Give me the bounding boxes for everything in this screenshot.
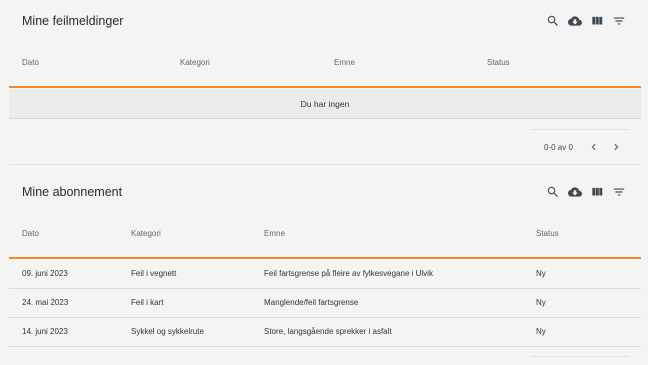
filter-icon[interactable] bbox=[612, 185, 626, 199]
header-accent-line bbox=[9, 86, 641, 88]
previous-page-button[interactable] bbox=[589, 142, 599, 152]
section-title-feilmeldinger: Mine feilmeldinger bbox=[22, 14, 124, 28]
cell-kategori: Sykkel og sykkelrute bbox=[131, 327, 204, 336]
row-divider bbox=[9, 317, 641, 318]
column-header-status[interactable]: Status bbox=[487, 58, 510, 67]
toolbar-abonnement bbox=[538, 185, 626, 199]
pagination-info: 0-0 av 0 bbox=[544, 143, 573, 152]
cell-emne: Store, langsgående sprekker i asfalt bbox=[264, 327, 392, 336]
filter-icon[interactable] bbox=[612, 14, 626, 28]
row-divider bbox=[9, 288, 641, 289]
column-header-dato[interactable]: Dato bbox=[22, 229, 39, 238]
cell-dato: 24. mai 2023 bbox=[22, 298, 69, 307]
column-header-emne[interactable]: Emne bbox=[334, 58, 355, 67]
pagination-divider bbox=[531, 129, 629, 130]
view-column-icon[interactable] bbox=[590, 185, 604, 199]
cell-status: Ny bbox=[536, 298, 546, 307]
header-accent-line bbox=[9, 257, 641, 259]
column-header-dato[interactable]: Dato bbox=[22, 58, 39, 67]
chevron-left-icon bbox=[591, 143, 596, 151]
cell-kategori: Feil i kart bbox=[131, 298, 164, 307]
empty-text: Du har ingen bbox=[300, 98, 350, 109]
section-divider bbox=[9, 164, 641, 165]
row-divider bbox=[9, 346, 641, 347]
column-header-kategori[interactable]: Kategori bbox=[131, 229, 161, 238]
column-header-status[interactable]: Status bbox=[536, 229, 559, 238]
next-page-button[interactable] bbox=[611, 142, 621, 152]
chevron-right-icon bbox=[614, 143, 619, 151]
cell-emne: Feil fartsgrense på fleire av fylkesvega… bbox=[264, 269, 433, 278]
cell-dato: 14. juni 2023 bbox=[22, 327, 68, 336]
column-header-emne[interactable]: Emne bbox=[264, 229, 285, 238]
toolbar-feilmeldinger bbox=[538, 14, 626, 28]
cell-status: Ny bbox=[536, 327, 546, 336]
cloud-download-icon[interactable] bbox=[568, 14, 582, 28]
pagination-divider bbox=[531, 356, 629, 357]
cell-emne: Manglende/feil fartsgrense bbox=[264, 298, 359, 307]
cloud-download-icon[interactable] bbox=[568, 185, 582, 199]
empty-table-message: Du har ingen bbox=[9, 89, 641, 119]
cell-status: Ny bbox=[536, 269, 546, 278]
cell-kategori: Feil i vegnett bbox=[131, 269, 177, 278]
search-icon[interactable] bbox=[546, 14, 560, 28]
section-title-abonnement: Mine abonnement bbox=[22, 185, 123, 199]
search-icon[interactable] bbox=[546, 185, 560, 199]
cell-dato: 09. juni 2023 bbox=[22, 269, 68, 278]
column-header-kategori[interactable]: Kategori bbox=[180, 58, 210, 67]
view-column-icon[interactable] bbox=[590, 14, 604, 28]
